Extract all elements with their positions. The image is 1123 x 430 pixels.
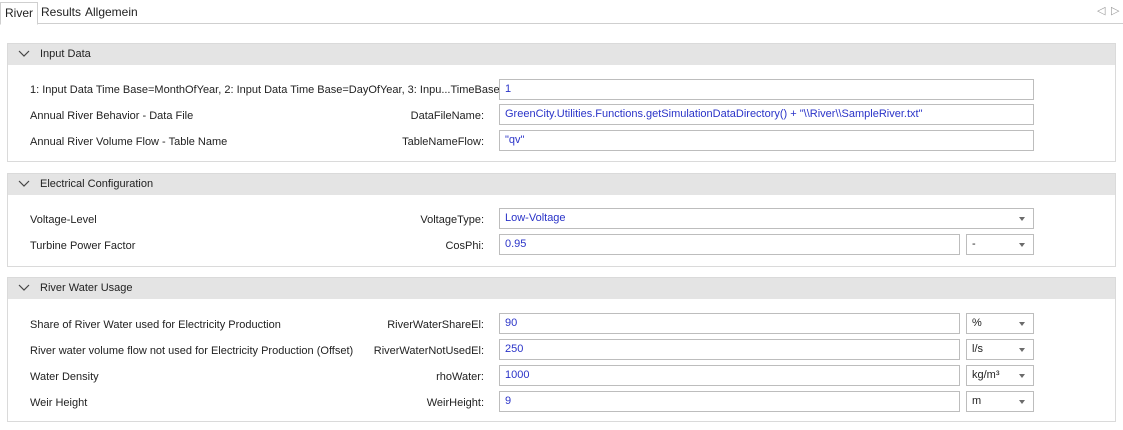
group-electrical-configuration: Electrical Configuration Voltage-Level V… [7,173,1116,267]
param-riverwaternotusedel: RiverWaterNotUsedEl: [373,345,484,357]
chevron-down-icon [1019,400,1025,404]
tab-scroll-right-icon[interactable]: ▷ [1111,4,1119,17]
param-rhowater: rhoWater: [436,371,484,383]
tablenameflow-input[interactable]: "qv" [499,130,1034,151]
row-label-water-not-used: River water volume flow not used for Ele… [30,345,354,357]
riverwaternotusedel-input[interactable]: 250 [499,339,960,360]
group-header-water[interactable]: River Water Usage [8,278,1115,299]
voltagetype-select[interactable]: Low-Voltage [499,208,1034,229]
riverwaternotusedel-unit-select[interactable]: l/s [966,339,1034,360]
tab-scroll-left-icon[interactable]: ◁ [1097,4,1105,17]
param-datafilename: DataFileName: [410,110,484,122]
tab-river[interactable]: River [0,2,39,25]
chevron-down-icon[interactable] [18,282,30,294]
chevron-down-icon[interactable] [18,178,30,190]
row-label-water-density: Water Density [30,371,99,383]
param-tablenameflow: TableNameFlow: [402,136,484,148]
row-label-voltage-level: Voltage-Level [30,214,97,226]
unit-value: % [972,317,982,329]
group-input-data: Input Data 1: Input Data Time Base=Month… [7,43,1116,162]
weirheight-unit-select[interactable]: m [966,391,1034,412]
row-label-weir-height: Weir Height [30,397,88,409]
row-label-timebase: 1: Input Data Time Base=MonthOfYear, 2: … [30,84,503,96]
group-title: River Water Usage [40,282,133,294]
row-label-tablename: Annual River Volume Flow - Table Name [30,136,228,148]
group-title: Input Data [40,48,91,60]
unit-value: l/s [972,343,983,355]
row-label-water-share: Share of River Water used for Electricit… [30,319,281,331]
param-weirheight: WeirHeight: [426,397,484,409]
chevron-down-icon [1019,348,1025,352]
unit-value: - [972,238,976,250]
param-voltagetype: VoltageType: [420,214,484,226]
chevron-down-icon [1019,217,1025,221]
datafilename-input[interactable]: GreenCity.Utilities.Functions.getSimulat… [499,104,1034,125]
unit-value: m [972,395,982,407]
tab-allgemein[interactable]: Allgemein [81,2,142,24]
weirheight-input[interactable]: 9 [499,391,960,412]
chevron-down-icon [1019,374,1025,378]
param-cosphi: CosPhi: [445,240,484,252]
cosphi-unit-select[interactable]: - [966,234,1034,255]
riverwatershareel-input[interactable]: 90 [499,313,960,334]
cosphi-input[interactable]: 0.95 [499,234,960,255]
unit-value: kg/m³ [972,369,1000,381]
param-riverwatershareel: RiverWaterShareEl: [387,319,484,331]
timebase-input[interactable]: 1 [499,79,1034,100]
chevron-down-icon [1019,243,1025,247]
group-header-electrical[interactable]: Electrical Configuration [8,174,1115,195]
group-header-input-data[interactable]: Input Data [8,44,1115,65]
group-river-water-usage: River Water Usage Share of River Water u… [7,277,1116,422]
riverwatershareel-unit-select[interactable]: % [966,313,1034,334]
chevron-down-icon [1019,322,1025,326]
row-label-power-factor: Turbine Power Factor [30,240,136,252]
rhowater-unit-select[interactable]: kg/m³ [966,365,1034,386]
rhowater-input[interactable]: 1000 [499,365,960,386]
tab-bar: River Results Allgemein ◁ ▷ [0,0,1123,25]
chevron-down-icon[interactable] [18,48,30,60]
voltagetype-value: Low-Voltage [505,212,566,224]
tab-results[interactable]: Results [37,2,85,24]
row-label-datafile: Annual River Behavior - Data File [30,110,194,122]
group-title: Electrical Configuration [40,178,154,190]
